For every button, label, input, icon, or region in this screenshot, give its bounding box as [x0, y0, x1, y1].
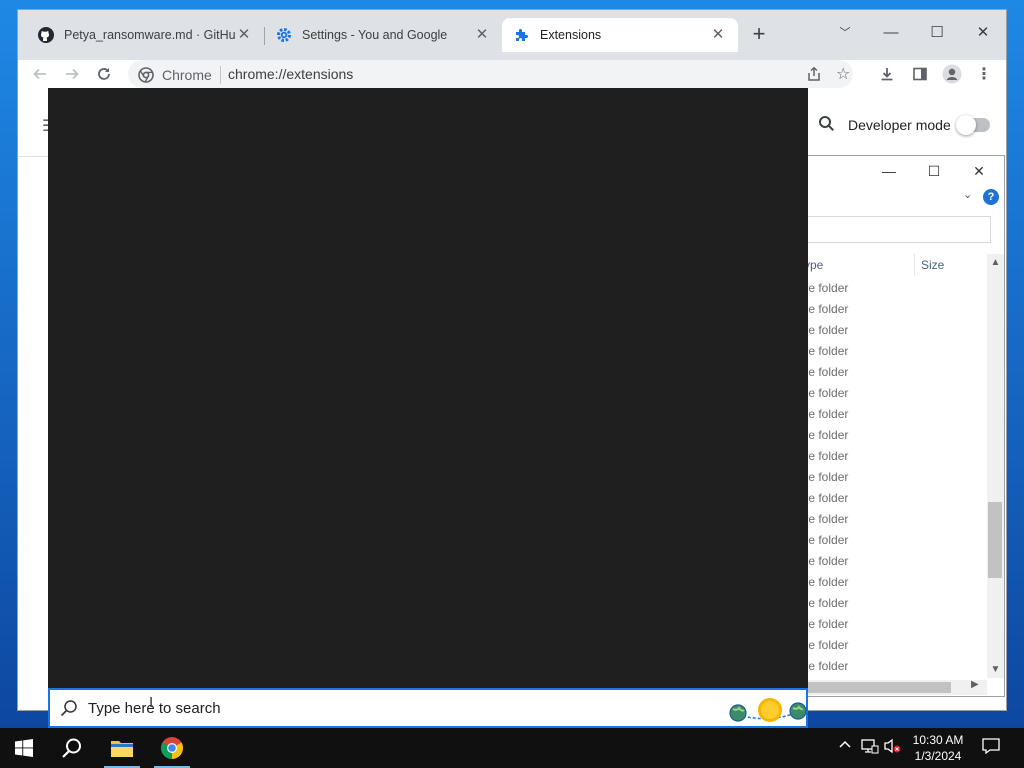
tab-title: Settings - You and Google [302, 28, 448, 42]
developer-mode-label: Developer mode [848, 117, 951, 133]
taskbar-search-box[interactable]: Type here to search I [48, 688, 808, 728]
list-item[interactable]: ile folder [801, 341, 987, 362]
list-item[interactable]: ile folder [801, 278, 987, 299]
network-icon[interactable] [861, 738, 879, 757]
tab-settings[interactable]: Settings - You and Google ✕ [264, 18, 502, 52]
profile-avatar-icon[interactable] [938, 60, 966, 88]
github-icon [38, 27, 54, 43]
start-button[interactable] [0, 728, 48, 768]
forward-icon[interactable] [58, 60, 86, 88]
maximize-icon[interactable]: ☐ [914, 18, 960, 48]
search-placeholder: Type here to search [88, 700, 221, 717]
column-header-row: ype Size [801, 254, 987, 276]
search-icon[interactable] [818, 115, 835, 135]
search-icon [62, 738, 81, 758]
developer-mode-toggle[interactable] [956, 115, 990, 135]
omnibox-chip[interactable]: Chrome [138, 66, 221, 84]
tab-title: Extensions [540, 28, 602, 42]
list-item[interactable]: ile folder [801, 635, 987, 656]
bookmark-star-icon[interactable]: ☆ [836, 64, 850, 84]
omnibox-divider [219, 66, 221, 84]
download-icon[interactable] [873, 60, 901, 88]
clock-time: 10:30 AM [912, 733, 964, 747]
list-item[interactable]: ile folder [801, 425, 987, 446]
omnibox-url[interactable]: chrome://extensions [228, 66, 353, 82]
list-item[interactable]: ile folder [801, 488, 987, 509]
expand-ribbon-icon[interactable]: ⌄ [963, 188, 972, 201]
column-divider[interactable] [914, 254, 915, 276]
list-item[interactable]: ile folder [801, 551, 987, 572]
tab-strip: Petya_ransomware.md · GitHub ✕ Settings … [18, 10, 1006, 60]
clock-date: 1/3/2024 [914, 749, 962, 763]
file-explorer-window: — ☐ ✕ ⌄ ? ype Size ile folder ile folder… [800, 155, 1005, 697]
minimize-icon[interactable]: — [868, 18, 914, 48]
scroll-right-icon[interactable]: ▶ [971, 679, 979, 690]
scrollbar-thumb[interactable] [988, 502, 1002, 578]
taskbar-search-button[interactable] [48, 728, 96, 768]
list-item[interactable]: ile folder [801, 572, 987, 593]
close-window-icon[interactable]: ✕ [959, 158, 999, 184]
list-item[interactable]: ile folder [801, 656, 987, 677]
search-icon [60, 699, 78, 720]
tab-github[interactable]: Petya_ransomware.md · GitHub ✕ [26, 18, 264, 52]
tab-search-icon[interactable]: ﹀ [822, 18, 868, 48]
close-tab-icon[interactable]: ✕ [474, 27, 490, 43]
volume-muted-icon[interactable] [884, 738, 902, 757]
toggle-knob [956, 115, 976, 135]
list-item[interactable]: ile folder [801, 383, 987, 404]
omnibox-chip-label: Chrome [162, 67, 212, 83]
reload-icon[interactable] [90, 60, 118, 88]
tab-title: Petya_ransomware.md · GitHub [64, 28, 236, 42]
list-item[interactable]: ile folder [801, 614, 987, 635]
folder-icon [111, 741, 133, 757]
close-window-icon[interactable]: ✕ [960, 18, 1006, 48]
search-highlight-illustration [729, 698, 807, 722]
taskbar-file-explorer[interactable] [98, 728, 146, 768]
kebab-menu-icon[interactable]: ⋮ [970, 60, 998, 88]
windows-logo-icon [15, 739, 33, 757]
system-clock[interactable]: 10:30 AM 1/3/2024 [906, 732, 970, 764]
taskbar-chrome[interactable] [148, 728, 196, 768]
list-item[interactable]: ile folder [801, 467, 987, 488]
close-tab-icon[interactable]: ✕ [236, 27, 252, 43]
close-tab-icon[interactable]: ✕ [710, 27, 726, 43]
text-cursor-icon: I [149, 694, 154, 711]
maximize-icon[interactable]: ☐ [914, 158, 954, 184]
search-flyout-panel [48, 88, 808, 688]
list-item[interactable]: ile folder [801, 446, 987, 467]
help-icon[interactable]: ? [983, 189, 999, 205]
puzzle-icon [514, 27, 530, 43]
list-item[interactable]: ile folder [801, 593, 987, 614]
browser-toolbar: Chrome chrome://extensions ☆ ⋮ [18, 60, 1006, 88]
explorer-search-box[interactable] [801, 216, 991, 243]
vertical-scrollbar[interactable]: ▲ ▼ [987, 254, 1004, 678]
file-list: ile folder ile folder ile folder ile fol… [801, 278, 987, 677]
minimize-icon[interactable]: — [869, 158, 909, 184]
scroll-down-icon[interactable]: ▼ [987, 661, 1004, 678]
list-item[interactable]: ile folder [801, 509, 987, 530]
column-header-size[interactable]: Size [921, 258, 944, 272]
scrollbar-thumb[interactable] [801, 682, 951, 693]
show-hidden-icons-icon[interactable] [838, 738, 852, 755]
gear-icon [276, 27, 292, 43]
list-item[interactable]: ile folder [801, 530, 987, 551]
list-item[interactable]: ile folder [801, 320, 987, 341]
list-item[interactable]: ile folder [801, 299, 987, 320]
taskbar: 10:30 AM 1/3/2024 [0, 728, 1024, 768]
list-item[interactable]: ile folder [801, 362, 987, 383]
chrome-icon [138, 67, 154, 83]
omnibox[interactable]: Chrome chrome://extensions ☆ [128, 60, 853, 88]
new-tab-button[interactable]: + [748, 23, 770, 46]
tab-extensions[interactable]: Extensions ✕ [502, 18, 738, 52]
horizontal-scrollbar[interactable]: ▶ [801, 679, 987, 695]
share-icon[interactable] [806, 66, 822, 85]
chrome-icon [161, 737, 183, 759]
back-icon[interactable] [26, 60, 54, 88]
notification-center-icon[interactable] [982, 738, 1000, 757]
list-item[interactable]: ile folder [801, 404, 987, 425]
scroll-up-icon[interactable]: ▲ [987, 254, 1004, 271]
side-panel-icon[interactable] [906, 60, 934, 88]
